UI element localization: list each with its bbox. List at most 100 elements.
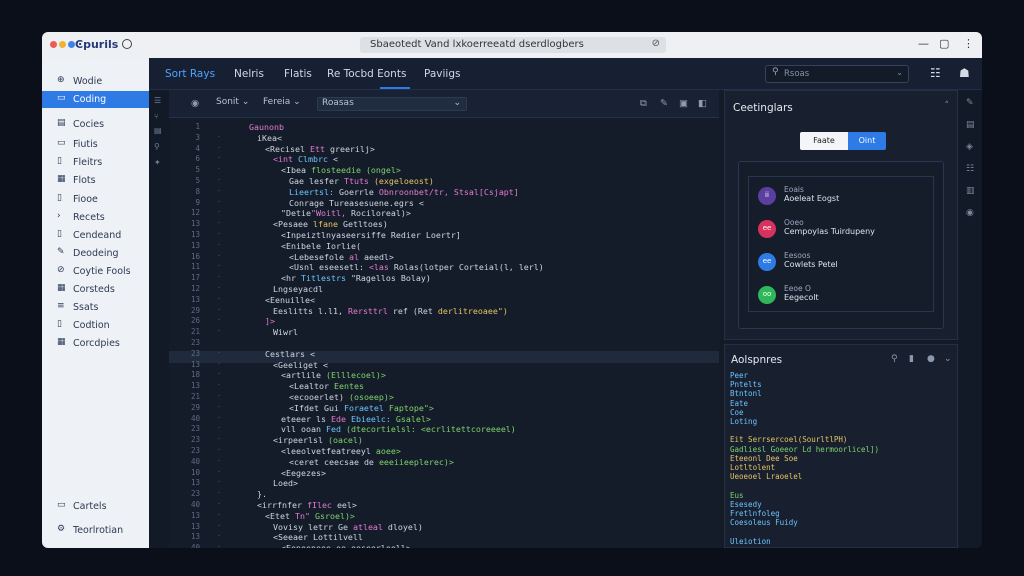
line-number: 10 <box>190 467 200 477</box>
user-icon[interactable]: ☗ <box>959 66 970 80</box>
files-icon[interactable]: ▤ <box>966 120 975 130</box>
minimize-icon[interactable]: — <box>918 37 929 50</box>
user-circle-icon[interactable]: ◉ <box>966 208 974 218</box>
code-line: vll ooan Fed (dtecortielsl: <ecrlitettco… <box>281 424 516 435</box>
minimize-dot[interactable] <box>59 41 66 48</box>
code-line: <int Clmbrc < <box>273 154 338 165</box>
nav-tab-2[interactable]: Flatis <box>284 68 312 80</box>
line-number: 40 <box>190 413 200 423</box>
search-icon[interactable]: ⚲ <box>891 354 898 364</box>
line-number: 23 <box>190 348 200 358</box>
pin-icon[interactable]: ◉ <box>191 98 199 109</box>
line-number: 3 <box>195 132 200 142</box>
sidebar-item-10[interactable]: ⊘ Coytie Fools <box>42 263 149 280</box>
code-editor[interactable]: 1 Gaunonb 3 · iKea< 4 · <Recisel Ett greerilj> 6… <box>169 118 719 548</box>
pencil-icon: ✎ <box>57 247 65 257</box>
indent-guide: · <box>217 521 222 530</box>
indent-guide: · <box>217 402 222 411</box>
sidebar-item-4[interactable]: ▯ Fleitrs <box>42 154 149 171</box>
search-icon[interactable]: ⚲ <box>154 142 160 151</box>
sidebar: ⊕ Wodie ▭ Coding ▤ Cocies ▭ Fiutis ▯ Fleitrs ▦ Flot… <box>42 58 149 548</box>
avatar-icon: ee <box>758 253 776 271</box>
sidebar-item-label: Corcdpies <box>73 338 120 349</box>
sidebar-item-13[interactable]: ▯ Codtion <box>42 317 149 334</box>
console-line: Eate <box>730 398 749 408</box>
edit-icon[interactable]: ✎ <box>966 98 974 108</box>
branch-icon[interactable]: ⑂ <box>154 112 159 121</box>
sidebar-item-2[interactable]: ▤ Cocies <box>42 116 149 133</box>
chart-icon[interactable]: ▥ <box>966 186 975 196</box>
sidebar-item-1[interactable]: ▭ Coding <box>42 91 149 108</box>
nav-tab-0[interactable]: Sort Rays <box>165 68 215 80</box>
menu-icon[interactable]: ☰ <box>154 96 161 105</box>
sidebar-item-8[interactable]: ▯ Cendeand <box>42 227 149 244</box>
split-icon[interactable]: ◧ <box>698 98 707 109</box>
delete-icon[interactable]: ▮ <box>909 354 914 364</box>
sidebar-item-3[interactable]: ▭ Fiutis <box>42 136 149 153</box>
sidebar-item-12[interactable]: ≡ Ssats <box>42 299 149 316</box>
toggle-option-0[interactable]: Faate <box>800 132 848 150</box>
sidebar-item-label: Codtion <box>73 320 110 331</box>
line-number: 23 <box>190 424 200 434</box>
more-vert-icon[interactable]: ⋮ <box>963 37 974 50</box>
grid-icon[interactable]: ☷ <box>930 66 941 80</box>
sliders-icon[interactable]: ☷ <box>966 164 974 174</box>
indent-guide: · <box>217 176 222 184</box>
sidebar-item-label: Coding <box>73 94 107 105</box>
line-number: 13 <box>190 510 200 520</box>
line-number: 40 <box>190 456 200 466</box>
nav-tab-1[interactable]: Nelris <box>234 68 264 80</box>
code-line: <Seeaer Lottilvell <box>273 532 363 543</box>
nav-tab-4[interactable]: Paviigs <box>424 68 460 80</box>
sidebar-item-5[interactable]: ▦ Flots <box>42 172 149 189</box>
gear-icon: ⚙ <box>57 524 66 534</box>
debug-icon[interactable]: ✦ <box>154 158 161 167</box>
tag-icon[interactable]: ◈ <box>966 142 973 152</box>
page-icon: ▯ <box>57 193 62 203</box>
search-input[interactable]: ⚲ Rsoas ⌄ <box>765 65 909 83</box>
dropdown-2[interactable]: Fereia ⌄ <box>263 97 301 111</box>
maximize-dot[interactable] <box>68 41 75 48</box>
sidebar-item-11[interactable]: ▦ Corsteds <box>42 281 149 298</box>
sidebar-item-14[interactable]: ▦ Corcdpies <box>42 335 149 352</box>
sidebar-item-0[interactable]: ⊕ Wodie <box>42 73 149 90</box>
nav-tab-3[interactable]: Re Tocbd Eonts <box>327 68 406 80</box>
settings-icon[interactable]: ● <box>927 354 935 364</box>
account-list-item[interactable]: ee Ooeo Cempoylas Tuirdupeny <box>749 212 935 246</box>
sidebar-item-7[interactable]: › Recets <box>42 209 149 226</box>
console-panel-title: Aolspnres <box>731 354 783 366</box>
chevron-down-icon: ⌄ <box>453 98 461 108</box>
sidebar-item-label: Cendeand <box>73 230 122 241</box>
refresh-icon[interactable] <box>122 39 132 49</box>
indent-guide: · <box>217 154 222 163</box>
wand-icon[interactable]: ✎ <box>660 98 668 109</box>
dropdown-1[interactable]: Sonit ⌄ <box>216 97 249 111</box>
files-icon[interactable]: ▤ <box>154 126 162 135</box>
sidebar-bottom-item-0[interactable]: ▭ Cartels <box>42 498 149 515</box>
sidebar-item-9[interactable]: ✎ Deodeing <box>42 245 149 262</box>
code-line: <irrfnfer fIlec eel> <box>257 500 357 510</box>
console-line: Eus <box>730 490 744 500</box>
indent-guide: · <box>217 251 222 260</box>
close-dot[interactable] <box>50 41 57 48</box>
toggle-option-1[interactable]: Oint <box>848 132 886 150</box>
account-list-item[interactable]: ee Eesoos Cowlets Petel <box>749 245 935 279</box>
sidebar-item-label: Cartels <box>73 501 107 512</box>
sidebar-item-6[interactable]: ▯ Fiooe <box>42 191 149 208</box>
line-number: 29 <box>190 305 200 315</box>
account-list-item[interactable]: oo Eeoe O Eegecolt <box>749 278 935 312</box>
restore-icon[interactable]: ▢ <box>939 37 949 50</box>
sidebar-bottom-item-1[interactable]: ⚙ Teorlrotian <box>42 522 149 539</box>
code-line: Gaunonb <box>249 122 284 132</box>
indent-guide: · <box>217 230 222 238</box>
copy-icon[interactable]: ⧉ <box>640 98 647 109</box>
chevron-down-icon[interactable]: ⌄ <box>944 354 952 364</box>
line-number: 11 <box>190 262 200 272</box>
address-bar[interactable]: Sbaeotedt Vand lxkoerreeatd dserdlogbers… <box>360 37 666 53</box>
dropdown-3[interactable]: Roasas ⌄ <box>317 97 467 111</box>
code-line: <irpeerlsl (oacel) <box>273 435 363 446</box>
collapse-icon[interactable]: ˄ <box>945 101 950 111</box>
code-line: <Enibele Iorlie( <box>281 240 361 251</box>
image-icon[interactable]: ▣ <box>679 98 688 109</box>
account-list-item[interactable]: ii Eoais Aoeleat Eogst <box>749 179 935 213</box>
